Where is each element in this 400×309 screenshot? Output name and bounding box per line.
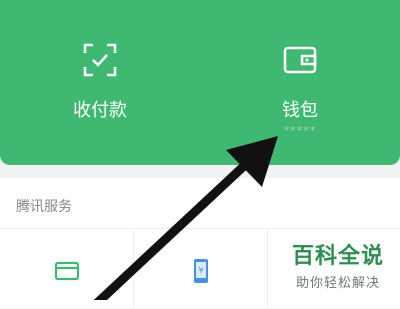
- card-icon: [54, 261, 79, 281]
- wallet-balance-masked: *****: [283, 124, 317, 137]
- pay-button[interactable]: 收付款: [0, 0, 200, 165]
- watermark-title: 百科全说: [291, 244, 384, 269]
- service-item-1[interactable]: [0, 229, 133, 309]
- svg-text:¥: ¥: [198, 266, 203, 275]
- pay-wallet-panel: 收付款 钱包 *****: [0, 0, 400, 165]
- pay-label: 收付款: [73, 100, 127, 121]
- wallet-icon: [283, 46, 317, 74]
- wallet-button[interactable]: 钱包 *****: [200, 0, 400, 165]
- service-item-2[interactable]: ¥: [134, 229, 267, 309]
- qr-scan-check-icon: [83, 43, 117, 77]
- watermark-subtitle: 助你轻松解决: [295, 276, 380, 291]
- wallet-label: 钱包: [282, 100, 318, 121]
- phone-recharge-icon: ¥: [193, 259, 208, 283]
- section-title: 腾讯服务: [16, 199, 72, 215]
- watermark-logo: 百科全说 助你轻松解决: [292, 238, 384, 291]
